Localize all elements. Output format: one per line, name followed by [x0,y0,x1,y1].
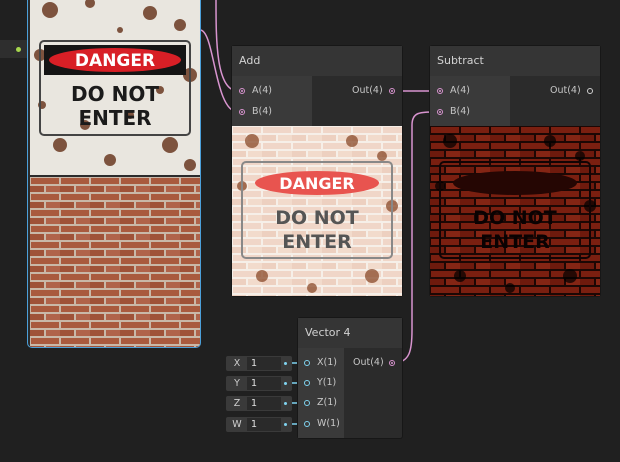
vector4-y-field[interactable]: Y 1 [226,376,292,391]
add-input-b-label: B(4) [252,106,272,117]
vector4-y-value[interactable]: 1 [247,377,281,390]
subtract-output-label: Out(4) [550,85,581,96]
sign-danger-text: DANGER [75,51,155,71]
vector4-y-field-port[interactable] [284,382,287,385]
add-output-port[interactable] [389,88,395,94]
subtract-input-b-label: B(4) [450,106,470,117]
vector4-z-value[interactable]: 1 [247,397,281,410]
add-inputs-panel [232,76,312,126]
subtract-input-a-label: A(4) [450,85,470,96]
add-preview: DANGER DO NOT ENTER [232,126,402,296]
vector4-z-field[interactable]: Z 1 [226,396,292,411]
vector4-y-field-label: Y [234,378,240,389]
sign-line2-text: ENTER [78,106,151,130]
vector4-input-z-label: Z(1) [317,397,337,408]
subtract-preview-line2-text: ENTER [480,231,550,253]
vector4-x-field-label: X [233,358,241,369]
subtract-node[interactable]: Subtract A(4) B(4) Out(4) DO NOT ENTER [430,46,600,296]
vector4-input-x-label: X(1) [317,357,337,368]
offscreen-output-port[interactable] [16,47,21,52]
vector4-w-field-port[interactable] [284,423,287,426]
vector4-input-w-label: W(1) [317,418,340,429]
add-preview-danger-text: DANGER [279,174,354,193]
vector4-output-label: Out(4) [353,357,384,368]
add-input-a-port[interactable] [239,88,245,94]
sign-line1-text: DO NOT [71,82,159,106]
vector4-w-value[interactable]: 1 [247,418,281,431]
subtract-inputs-panel [430,76,510,126]
vector4-input-z-port[interactable] [304,400,310,406]
subtract-input-a-port[interactable] [437,88,443,94]
subtract-preview: DO NOT ENTER [430,126,600,296]
vector4-node[interactable]: Vector 4 X(1) Y(1) Z(1) W(1) Out(4) [298,318,402,438]
danger-sign-texture: DANGER DO NOT ENTER [30,0,200,175]
vector4-x-value[interactable]: 1 [247,357,281,370]
vector4-node-title[interactable]: Vector 4 [298,318,402,348]
vector4-x-field-port[interactable] [284,362,287,365]
vector4-w-field[interactable]: W 1 [226,417,292,432]
vector4-z-field-label: Z [233,398,241,409]
subtract-node-title[interactable]: Subtract [430,46,600,76]
subtract-preview-line1-text: DO NOT [473,207,557,229]
vector4-z-field-port[interactable] [284,402,287,405]
offscreen-node-stub[interactable] [0,40,30,58]
vector4-input-w-port[interactable] [304,421,310,427]
vector4-x-field[interactable]: X 1 [226,356,292,371]
vector4-input-x-port[interactable] [304,360,310,366]
add-output-label: Out(4) [352,85,383,96]
add-preview-line1-text: DO NOT [275,207,359,229]
vector4-output-port[interactable] [389,360,395,366]
vector4-input-y-label: Y(1) [317,377,337,388]
add-node-title[interactable]: Add [232,46,402,76]
add-preview-line2-text: ENTER [282,231,352,253]
add-node[interactable]: Add A(4) B(4) Out(4) DANGER DO NOT ENTER [232,46,402,296]
vector4-w-field-label: W [232,419,242,430]
brick-texture [30,177,200,347]
add-input-b-port[interactable] [239,109,245,115]
vector4-input-y-port[interactable] [304,380,310,386]
add-input-a-label: A(4) [252,85,272,96]
subtract-output-port[interactable] [587,88,593,94]
sample-texture-node-preview[interactable]: DANGER DO NOT ENTER [27,0,201,348]
subtract-input-b-port[interactable] [437,109,443,115]
